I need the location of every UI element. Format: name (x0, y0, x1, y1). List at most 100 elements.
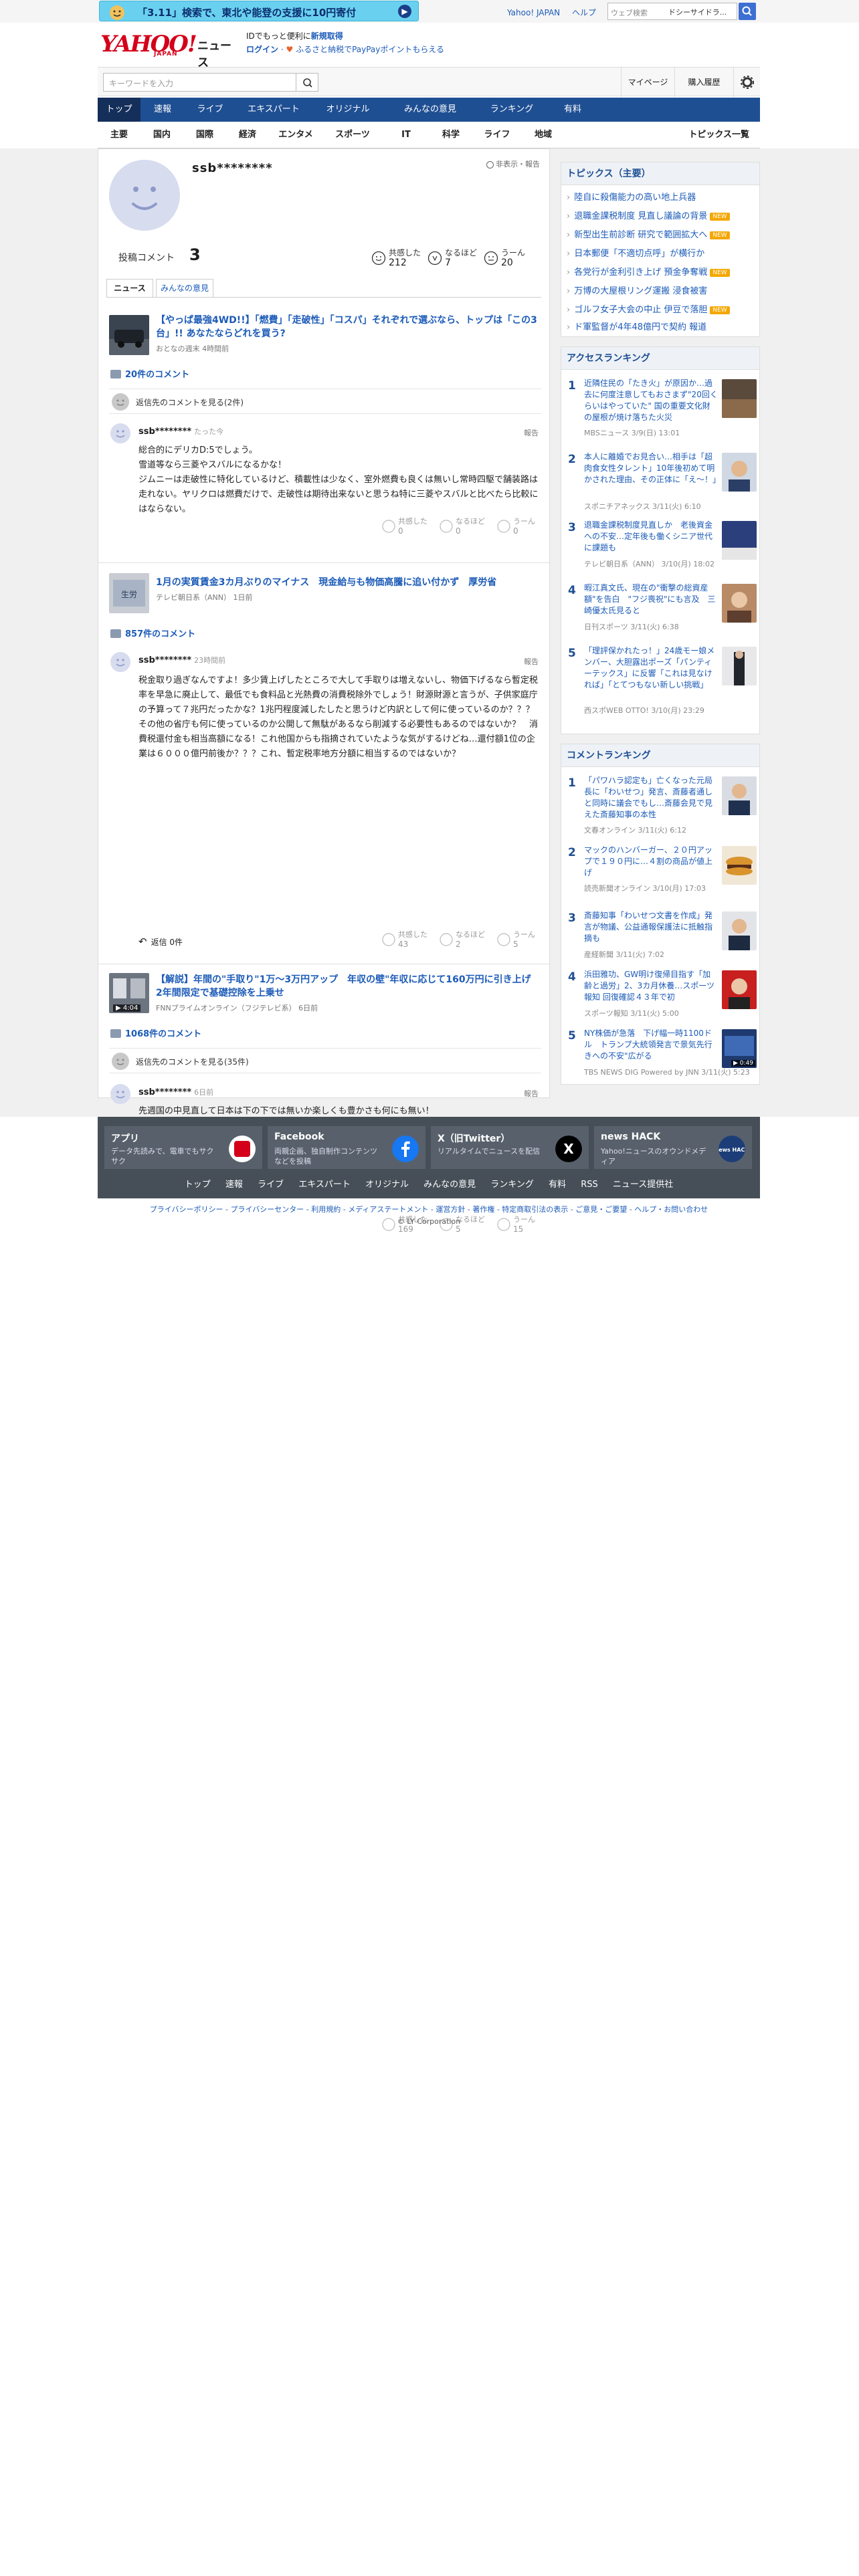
footer-nav-providers[interactable]: ニュース提供社 (613, 1180, 673, 1190)
cat-sports[interactable]: スポーツ (322, 122, 383, 148)
article-comment-count[interactable]: 20件のコメント (110, 367, 189, 380)
yahoo-news-logo[interactable]: YAHOO! JAPAN ニュース (100, 31, 241, 70)
rank-meta: MBSニュース 3/9(日) 13:01 (584, 429, 680, 437)
ranking-item[interactable]: 4 浜田雅功、GW明け復帰目指す「加齢と過労」2、3カ月休養…スポーツ報知 回復… (561, 969, 759, 1023)
empathy-button[interactable]: 共感した 0 (382, 516, 436, 538)
search-scope[interactable]: ドシーサイドラ... (668, 7, 727, 17)
footer-nav-rss[interactable]: RSS (581, 1180, 598, 1190)
nav-ranking[interactable]: ランキング (476, 98, 547, 122)
ranking-item[interactable]: 2 本人に離婚でお見合い…相手は「超肉食女性タレント」10年後初めて明かされた理… (561, 451, 759, 512)
footer-nav-top[interactable]: トップ (185, 1180, 211, 1190)
topic-item[interactable]: › 陸自に殺傷能力の高い地上兵器 (567, 189, 757, 207)
article-thumbnail[interactable]: ▶ 4:04 (109, 973, 149, 1013)
footer-card-desc: リアルタイムでニュースを配信 (438, 1147, 541, 1156)
ranking-item[interactable]: 4 暇江真文氏、現在の"衝撃の総資産額"を告白 "フジ喪祝"にも言及 三崎優太氏… (561, 582, 759, 639)
topics-list-link[interactable]: トピックス一覧 (688, 122, 749, 148)
article-title[interactable]: 【解説】年間の"手取り"1万〜3万円アップ 年収の壁"年収に応じて160万円に引… (156, 973, 544, 1000)
mypage-link[interactable]: マイページ (621, 68, 674, 97)
help-link[interactable]: ヘルプ (572, 8, 596, 17)
ranking-item[interactable]: 3 斎藤知事「わいせつ文書を作成」発言が物議、公益通報保護法に抵触指摘も 産経新… (561, 910, 759, 964)
naruhodo-button[interactable]: なるほど 0 (440, 516, 493, 538)
cat-economy[interactable]: 経済 (226, 122, 269, 148)
nav-expert[interactable]: エキスパート (235, 98, 312, 122)
footer-nav-breaking[interactable]: 速報 (225, 1180, 243, 1190)
footer-nav-live[interactable]: ライブ (258, 1180, 284, 1190)
cat-it[interactable]: IT (383, 122, 430, 148)
cat-entertainment[interactable]: エンタメ (269, 122, 322, 148)
topic-item[interactable]: › 各党行が金利引き上げ 預金争奪戦 NEW (567, 264, 757, 282)
news-search-button[interactable] (296, 73, 318, 92)
news-search-input[interactable]: キーワードを入力 (103, 73, 297, 92)
ranking-item[interactable]: 3 退職金課税制度見直しか 老後資金への不安…定年後も働くシニア世代に課題も テ… (561, 520, 759, 576)
cat-world[interactable]: 国際 (183, 122, 226, 148)
signup-link[interactable]: 新規取得 (311, 31, 343, 41)
naruhodo-button[interactable]: なるほど 2 (440, 929, 493, 952)
report-link[interactable]: 報告 (524, 656, 539, 667)
footer-nav-original[interactable]: オリジナル (365, 1180, 409, 1190)
web-search-input[interactable]: ウェブ検索 ドシーサイドラ... (607, 3, 737, 20)
comment-user-name: ssb******** (138, 655, 192, 665)
cat-local[interactable]: 地域 (522, 122, 565, 148)
cat-life[interactable]: ライフ (472, 122, 522, 148)
rank-thumbnail (722, 584, 757, 623)
play-icon: ▶ (733, 1060, 738, 1067)
ranking-item[interactable]: 2 マックのハンバーガー、２０円アップで１９０円に…４割の商品が値上げ 読売新聞… (561, 845, 759, 905)
donation-banner[interactable]: 「3.11」検索で、東北や能登の支援に10円寄付 ▶ (99, 1, 419, 21)
hide-report-link[interactable]: 非表示・報告 (486, 158, 540, 169)
arrow-right-icon: ▶ (398, 5, 411, 18)
furusato-link[interactable]: ふるさと納税でPayPayポイントもらえる (296, 45, 444, 54)
parent-comment-link[interactable]: 返信先のコメントを見る(35件) (109, 1048, 541, 1073)
footer-newshack-card[interactable]: news HACK Yahoo!ニュースのオウンドメディア news HACK (594, 1126, 752, 1169)
purchase-history-link[interactable]: 購入履歴 (674, 68, 733, 97)
article-thumbnail[interactable] (109, 315, 149, 355)
topic-item[interactable]: › ド軍監督が4年48億円で契約 報道 (567, 319, 757, 336)
yahoo-japan-link[interactable]: Yahoo! JAPAN (507, 8, 560, 17)
empathy-button[interactable]: 共感した 43 (382, 929, 436, 952)
article-comment-count[interactable]: 857件のコメント (110, 627, 195, 639)
article-comment-count[interactable]: 1068件のコメント (110, 1027, 201, 1039)
report-link[interactable]: 報告 (524, 1088, 539, 1099)
parent-comment-link[interactable]: 返信先のコメントを見る(2件) (109, 389, 541, 414)
nav-paid[interactable]: 有料 (547, 98, 598, 122)
topic-item[interactable]: › 退職金課税制度 見直し議論の背景 NEW (567, 208, 757, 225)
legal-links[interactable]: プライバシーポリシー - プライバシーセンター - 利用規約 - メディアステー… (98, 1204, 760, 1214)
article-thumbnail[interactable]: 生労 (109, 573, 149, 613)
ranking-item[interactable]: 1 「パワハラ認定も」亡くなった元局長に「わいせつ」発言、斎藤者通しと同時に議会… (561, 775, 759, 839)
hmm-button[interactable]: うーん 0 (497, 516, 551, 538)
topic-item[interactable]: › 日本郵便「不適切点呼」が横行か (567, 245, 757, 263)
hmm-button[interactable]: うーん 5 (497, 929, 551, 952)
ranking-item[interactable]: 5 NY株価が急落 下げ幅一時1100ドル トランプ大統領発言で景気先行きへの不… (561, 1028, 759, 1081)
settings-button[interactable] (733, 68, 760, 97)
cat-science[interactable]: 科学 (430, 122, 472, 148)
x-twitter-icon: X (555, 1136, 582, 1162)
ranking-item[interactable]: 5 「理評保かれたっ！」24歳モー娘メンバー、大胆露出ポーズ「パンティーテックス… (561, 645, 759, 726)
article-title[interactable]: 1月の実質賃金3カ月ぶりのマイナス 現金給与も物価高騰に追い付かず 厚労省 (156, 576, 544, 589)
nav-opinions[interactable]: みんなの意見 (384, 98, 476, 122)
nav-original[interactable]: オリジナル (312, 98, 384, 122)
main-nav: トップ 速報 ライブ エキスパート オリジナル みんなの意見 ランキング 有料 (98, 98, 760, 122)
footer-x-card[interactable]: X（旧Twitter） リアルタイムでニュースを配信 X (431, 1126, 589, 1169)
nav-live[interactable]: ライブ (185, 98, 235, 122)
topic-item[interactable]: › 万博の大屋根リング運搬 浸食被害 (567, 283, 757, 300)
footer-app-card[interactable]: アプリ データ先読みで、電車でもサクサク (104, 1126, 262, 1169)
footer-nav-paid[interactable]: 有料 (549, 1180, 566, 1190)
cat-main[interactable]: 主要 (98, 122, 140, 148)
footer-nav-opinions[interactable]: みんなの意見 (423, 1180, 476, 1190)
tab-news[interactable]: ニュース (106, 279, 153, 298)
nav-top[interactable]: トップ (98, 98, 140, 122)
report-link[interactable]: 報告 (524, 427, 539, 438)
article-title[interactable]: 【やっぱ最強4WD!!】「燃費」「走破性」「コスパ」それぞれで選ぶなら、トップは… (156, 314, 544, 340)
web-search-placeholder: ウェブ検索 (611, 9, 648, 17)
topic-item[interactable]: › ゴルフ女子大会の中止 伊豆で落胆 NEW (567, 302, 757, 319)
footer-nav-ranking[interactable]: ランキング (490, 1180, 534, 1190)
footer-nav-expert[interactable]: エキスパート (298, 1180, 351, 1190)
topic-item[interactable]: › 新型出生前診断 研究で範囲拡大へ NEW (567, 227, 757, 244)
nav-breaking[interactable]: 速報 (140, 98, 185, 122)
web-search-button[interactable] (739, 3, 756, 20)
footer-facebook-card[interactable]: Facebook 両親企画、独自制作コンテンツなどを投稿 (268, 1126, 425, 1169)
cat-domestic[interactable]: 国内 (140, 122, 183, 148)
ranking-item[interactable]: 1 近隣住民の「たき火」が原因か…過去に何度注意してもおさまず"20回くらいはや… (561, 378, 759, 445)
reply-button[interactable]: ↶ 返信 0件 (138, 936, 183, 948)
login-link[interactable]: ログイン (246, 45, 278, 54)
tab-opinions[interactable]: みんなの意見 (156, 279, 213, 298)
